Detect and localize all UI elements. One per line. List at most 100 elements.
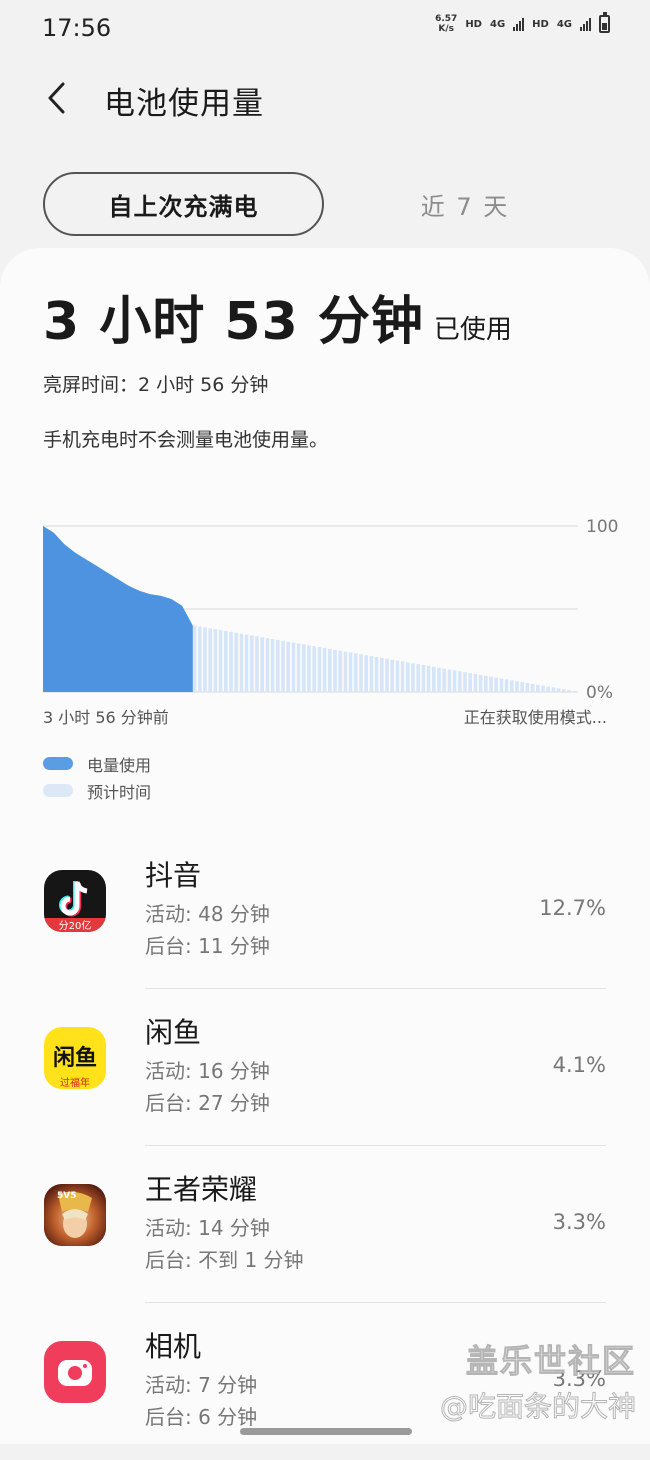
estimated-bar [323,648,327,692]
back-button[interactable] [38,78,78,118]
estimated-bar [432,667,436,692]
estimated-bar [281,641,285,692]
app-row-xianyu[interactable]: 闲鱼 过福年 闲鱼 活动: 16 分钟 后台: 27 分钟 4.1% [0,989,650,1146]
estimated-bar [572,691,576,692]
y-tick-0: 0% [586,683,613,703]
chart-legend: 电量使用 预计时间 [43,750,151,804]
app-active-time: 活动: 16 分钟 [145,1055,270,1084]
app-active-time: 活动: 48 分钟 [145,898,270,927]
estimated-bar [463,672,467,692]
estimated-bar [552,687,556,692]
estimated-bar [240,634,244,692]
estimated-bar [349,653,353,693]
battery-chart: 100 0% [0,505,650,705]
app-name: 闲鱼 [145,1011,201,1051]
estimated-bar [214,629,218,692]
usage-suffix: 已使用 [434,309,512,346]
app-background-time: 后台: 6 分钟 [145,1401,257,1430]
usage-summary: 3 小时 53 分钟 已使用 [43,296,512,348]
estimated-bar [219,630,223,692]
app-row-honor-of-kings[interactable]: 5V5 王者荣耀 活动: 14 分钟 后台: 不到 1 分钟 3.3% [0,1146,650,1303]
legend-swatch-usage [43,757,73,770]
tab-last-7-days[interactable]: 近 7 天 [335,172,595,236]
status-time: 17:56 [42,14,111,42]
estimated-bar [484,676,488,692]
estimated-bar [510,680,514,692]
estimated-bar [422,665,426,692]
usage-time: 3 小时 53 分钟 [43,296,424,348]
estimated-bar [406,662,410,692]
estimated-bar [208,628,212,692]
estimated-bar [562,689,566,692]
estimated-bar [531,684,535,692]
signal-icon-2 [580,17,591,31]
estimated-bar [286,642,290,692]
app-background-time: 后台: 11 分钟 [145,930,270,959]
xianyu-icon-badge: 过福年 [60,1076,90,1089]
camera-icon [44,1341,106,1403]
app-battery-percent: 4.1% [553,1053,606,1077]
estimated-bar [536,685,540,692]
home-indicator[interactable] [240,1428,412,1435]
status-icons: 6.57 K/s HD 4G HD 4G [435,14,610,34]
estimated-bar [266,638,270,692]
estimated-bar [416,664,420,692]
estimated-bar [557,688,561,692]
estimated-bar [354,653,358,692]
estimated-bar [526,683,530,692]
douyin-icon: 分20亿 [44,870,106,932]
estimated-bar [390,660,394,692]
hd-voice-label-2: HD [532,19,549,30]
estimated-bar [541,686,545,692]
estimated-bar [505,679,509,692]
charging-note: 手机充电时不会测量电池使用量。 [43,425,328,452]
hd-voice-label: HD [465,19,482,30]
xianyu-icon: 闲鱼 过福年 [44,1027,106,1089]
honor-of-kings-icon: 5V5 [44,1184,106,1246]
network-type-label: 4G [490,19,505,30]
page-title: 电池使用量 [104,78,264,123]
watermark-community: 盖乐世社区 [466,1336,636,1382]
estimated-bar [245,635,249,692]
estimated-bar [442,669,446,692]
x-axis-start-label: 3 小时 56 分钟前 [43,704,169,728]
app-row-douyin[interactable]: 分20亿 抖音 活动: 48 分钟 后台: 11 分钟 12.7% [0,832,650,989]
estimated-bar [515,681,519,692]
estimated-bar [489,677,493,692]
legend-item-estimated: 预计时间 [43,777,151,804]
x-axis-end-label: 正在获取使用模式... [464,704,607,728]
estimated-bar [307,645,311,692]
estimated-bar [224,631,228,692]
estimated-bar [370,656,374,692]
estimated-bar [448,670,452,693]
app-name: 抖音 [145,854,201,894]
estimated-bar [255,636,259,692]
app-name: 相机 [145,1325,201,1365]
estimated-bar [500,679,504,693]
legend-item-usage: 电量使用 [43,750,151,777]
estimated-bar [458,671,462,692]
legend-label-estimated: 预计时间 [87,779,151,803]
watermark-author: @吃面条的大神 [440,1385,636,1425]
estimated-bar [479,675,483,692]
network-speed-value: 6.57 [435,14,457,24]
estimated-bar [396,661,400,692]
estimated-bar [198,627,202,693]
estimated-bar [328,649,332,692]
status-bar: 17:56 6.57 K/s HD 4G HD 4G [0,0,650,56]
screen-time: 亮屏时间：2 小时 56 分钟 [43,370,268,397]
estimated-bar [546,687,550,692]
estimated-bar [359,654,363,692]
network-type-label-2: 4G [557,19,572,30]
estimated-bar [401,662,405,693]
legend-label-usage: 电量使用 [87,752,151,776]
estimated-bar [385,659,389,692]
honor-of-kings-icon-badge: 5V5 [57,1191,77,1201]
estimated-bar [427,666,431,692]
app-background-time: 后台: 27 分钟 [145,1087,270,1116]
estimated-bar [344,652,348,692]
estimated-bar [411,663,415,692]
tab-since-full-charge[interactable]: 自上次充满电 [43,172,324,236]
header: 电池使用量 [0,70,650,126]
estimated-bar [193,626,197,692]
